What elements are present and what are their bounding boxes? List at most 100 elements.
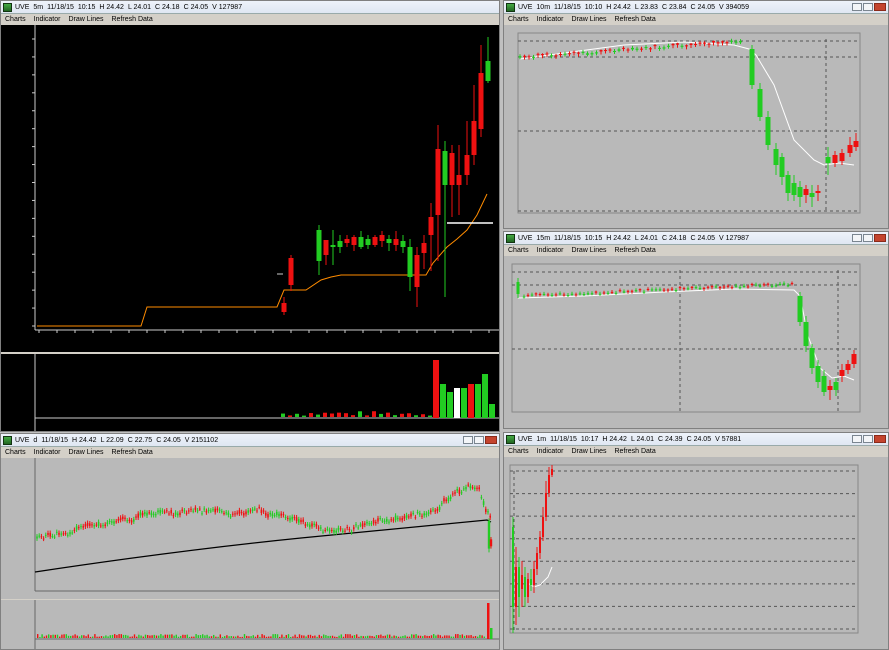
- candle-body: [542, 293, 546, 295]
- candle-body: [185, 512, 188, 514]
- candle-body: [82, 526, 84, 528]
- menu-indicator[interactable]: Indicator: [537, 448, 564, 455]
- window-titlebar[interactable]: UVE 10m 11/18/15 10:10 H 24.42 L 23.83 C…: [504, 1, 888, 14]
- volume-label: V 57881: [715, 435, 742, 443]
- candle-body: [278, 513, 280, 517]
- minimize-button[interactable]: [852, 435, 862, 443]
- minimize-button[interactable]: [463, 436, 473, 444]
- candle-body: [117, 518, 120, 521]
- menu-charts[interactable]: Charts: [5, 449, 26, 456]
- candle-body: [594, 291, 598, 293]
- volume-plot[interactable]: [1, 354, 499, 431]
- high-label: H 24.42: [606, 3, 631, 11]
- volume-bar: [186, 634, 188, 638]
- volume-bar: [455, 634, 457, 638]
- menu-refresh-data[interactable]: Refresh Data: [112, 449, 153, 456]
- chart-window-5m[interactable]: UVE 5m 11/18/15 10:15 H 24.42 L 24.01 C …: [0, 0, 500, 432]
- candle-body: [350, 531, 353, 533]
- volume-label: V 2151102: [184, 436, 219, 444]
- candle-body: [515, 567, 517, 607]
- candle-body: [832, 155, 838, 163]
- candle-body: [284, 516, 287, 518]
- candle-body: [443, 498, 445, 502]
- menu-charts[interactable]: Charts: [508, 448, 529, 455]
- menu-draw-lines[interactable]: Draw Lines: [571, 448, 606, 455]
- menu-charts[interactable]: Charts: [508, 16, 529, 23]
- candle-body: [56, 531, 58, 533]
- volume-bar: [52, 634, 54, 638]
- menu-draw-lines[interactable]: Draw Lines: [68, 449, 103, 456]
- price-plot[interactable]: [504, 457, 888, 649]
- volume-bar: [191, 636, 193, 638]
- candle-body: [538, 294, 542, 296]
- price-plot[interactable]: [504, 25, 888, 228]
- volume-bar: [316, 414, 320, 417]
- volume-bar: [365, 415, 369, 417]
- chart-window-daily[interactable]: UVE d 11/18/15 H 24.42 L 22.09 C 22.75 C…: [0, 433, 500, 650]
- close-button[interactable]: [874, 234, 886, 242]
- close-button[interactable]: [874, 435, 886, 443]
- volume-bar: [116, 635, 118, 638]
- volume-bar: [235, 636, 237, 638]
- window-titlebar[interactable]: UVE 15m 11/18/15 10:15 H 24.42 L 24.01 C…: [504, 232, 888, 245]
- menu-indicator[interactable]: Indicator: [34, 16, 61, 23]
- menu-charts[interactable]: Charts: [508, 247, 529, 254]
- candle-body: [236, 512, 238, 514]
- menu-draw-lines[interactable]: Draw Lines: [571, 16, 606, 23]
- close-label: C 22.75: [127, 436, 153, 444]
- maximize-button[interactable]: [863, 3, 873, 11]
- minimize-button[interactable]: [852, 3, 862, 11]
- menu-charts[interactable]: Charts: [5, 16, 26, 23]
- price-plot[interactable]: [1, 458, 499, 599]
- volume-bar: [358, 411, 362, 417]
- candle-body: [644, 47, 648, 49]
- candle-body: [331, 529, 333, 531]
- minimize-button[interactable]: [852, 234, 862, 242]
- candle-body: [582, 294, 586, 296]
- volume-bar: [329, 635, 331, 638]
- price-plot[interactable]: [504, 256, 888, 428]
- maximize-button[interactable]: [863, 435, 873, 443]
- menu-draw-lines[interactable]: Draw Lines: [571, 247, 606, 254]
- volume-bar: [160, 634, 162, 638]
- chart-window-1m[interactable]: UVE 1m 11/18/15 10:17 H 24.42 L 24.01 C …: [503, 432, 889, 650]
- menu-refresh-data[interactable]: Refresh Data: [615, 247, 656, 254]
- volume-bar: [404, 635, 406, 638]
- menu-refresh-data[interactable]: Refresh Data: [615, 16, 656, 23]
- candle-body: [166, 510, 168, 512]
- candle-body: [295, 517, 298, 522]
- menu-refresh-data[interactable]: Refresh Data: [615, 448, 656, 455]
- maximize-button[interactable]: [863, 234, 873, 242]
- window-titlebar[interactable]: UVE 1m 11/18/15 10:17 H 24.42 L 24.01 C …: [504, 433, 888, 446]
- candle-body: [324, 530, 326, 532]
- volume-bar: [147, 635, 149, 638]
- window-titlebar[interactable]: UVE 5m 11/18/15 10:15 H 24.42 L 24.01 C …: [1, 1, 499, 14]
- volume-bar: [301, 635, 303, 638]
- menu-refresh-data[interactable]: Refresh Data: [112, 16, 153, 23]
- candle-body: [370, 523, 373, 525]
- candle-body: [316, 230, 322, 261]
- window-titlebar[interactable]: UVE d 11/18/15 H 24.42 L 22.09 C 22.75 C…: [1, 434, 499, 447]
- volume-bar: [177, 636, 180, 638]
- candle-body: [229, 516, 232, 518]
- maximize-button[interactable]: [474, 436, 484, 444]
- close-button[interactable]: [485, 436, 497, 444]
- candle-body: [521, 575, 523, 589]
- volume-bar: [122, 634, 125, 638]
- menu-draw-lines[interactable]: Draw Lines: [68, 16, 103, 23]
- menu-indicator[interactable]: Indicator: [537, 247, 564, 254]
- volume-bar: [314, 635, 316, 638]
- candle-body: [40, 536, 43, 538]
- price-plot[interactable]: [1, 25, 499, 352]
- candle-body: [425, 513, 428, 516]
- candle-body: [449, 153, 455, 185]
- menu-indicator[interactable]: Indicator: [34, 449, 61, 456]
- candle-body: [608, 49, 612, 51]
- candle-body: [445, 499, 447, 502]
- close-button[interactable]: [874, 3, 886, 11]
- menu-indicator[interactable]: Indicator: [537, 16, 564, 23]
- volume-plot[interactable]: [1, 600, 499, 649]
- chart-window-10m[interactable]: UVE 10m 11/18/15 10:10 H 24.42 L 23.83 C…: [503, 0, 889, 229]
- chart-window-15m[interactable]: UVE 15m 11/18/15 10:15 H 24.42 L 24.01 C…: [503, 231, 889, 429]
- volume-bar: [424, 635, 426, 638]
